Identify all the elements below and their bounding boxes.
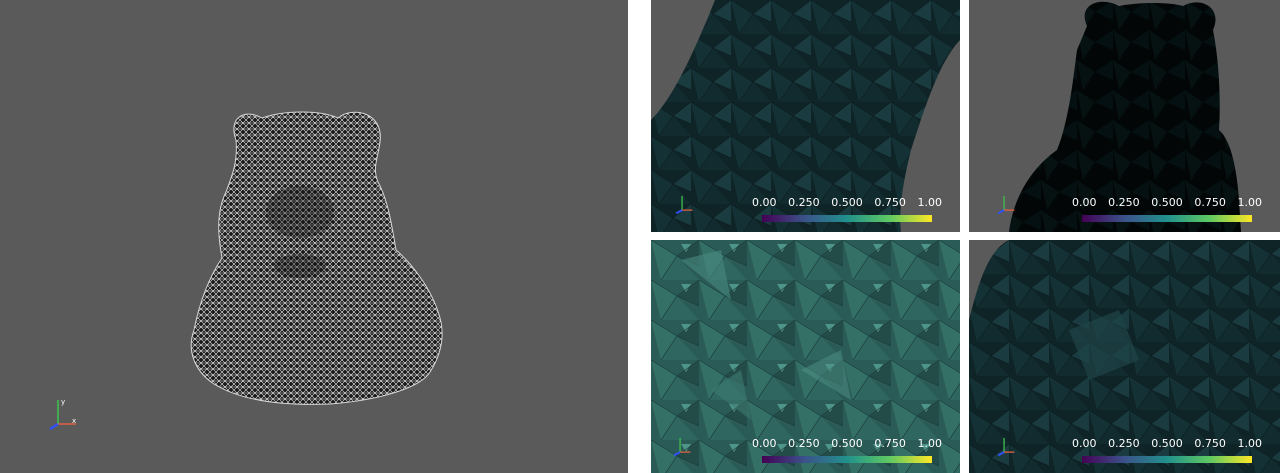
colorbar-tick: 1.00 — [1237, 196, 1263, 209]
colorbar-tick: 0.750 — [1194, 196, 1226, 209]
colorbar-tick: 0.500 — [1151, 196, 1183, 209]
bear-wireframe-mesh — [190, 111, 443, 405]
colorbar-gradient — [1082, 456, 1252, 463]
colorbar-tick: 0.750 — [1194, 437, 1226, 450]
axis-label-y: y — [61, 398, 65, 406]
scalar-colorbar: 0.00 0.250 0.500 0.750 1.00 — [752, 437, 942, 465]
scalar-colorbar: 0.00 0.250 0.500 0.750 1.00 — [752, 196, 942, 224]
main-3d-viewport[interactable]: y x — [0, 0, 628, 473]
orientation-axes-widget — [995, 192, 1017, 214]
colorbar-tick: 0.250 — [1108, 437, 1140, 450]
colorbar-gradient — [1082, 215, 1252, 222]
colorbar-tick: 0.250 — [788, 437, 820, 450]
colorbar-tick: 0.500 — [1151, 437, 1183, 450]
orientation-axes-widget — [995, 434, 1017, 456]
colorbar-tick: 0.00 — [752, 437, 777, 450]
colorbar-tick: 0.500 — [831, 437, 863, 450]
colorbar-tick: 0.250 — [788, 196, 820, 209]
axis-label-x: x — [72, 417, 76, 425]
colorbar-tick: 0.750 — [874, 196, 906, 209]
view-bottom-left[interactable]: 0.00 0.250 0.500 0.750 1.00 — [651, 240, 960, 473]
colorbar-gradient — [762, 456, 932, 463]
scalar-colorbar: 0.00 0.250 0.500 0.750 1.00 — [1072, 437, 1262, 465]
orientation-axes-widget — [671, 434, 693, 456]
view-bottom-right[interactable]: 0.00 0.250 0.500 0.750 1.00 — [969, 240, 1280, 473]
colorbar-tick: 0.750 — [874, 437, 906, 450]
view-top-right[interactable]: 0.00 0.250 0.500 0.750 1.00 — [969, 0, 1280, 232]
view-top-left[interactable]: 0.00 0.250 0.500 0.750 1.00 — [651, 0, 960, 232]
colorbar-tick: 0.00 — [752, 196, 777, 209]
scalar-colorbar: 0.00 0.250 0.500 0.750 1.00 — [1072, 196, 1262, 224]
colorbar-tick: 1.00 — [917, 196, 943, 209]
colorbar-tick: 0.00 — [1072, 437, 1097, 450]
colorbar-tick: 1.00 — [917, 437, 943, 450]
orientation-axes-widget — [673, 192, 695, 214]
colorbar-gradient — [762, 215, 932, 222]
colorbar-tick: 0.00 — [1072, 196, 1097, 209]
z-axis-line — [49, 422, 59, 430]
orientation-axes-widget: y x — [44, 396, 78, 430]
colorbar-tick: 1.00 — [1237, 437, 1263, 450]
colorbar-tick: 0.500 — [831, 196, 863, 209]
colorbar-tick: 0.250 — [1108, 196, 1140, 209]
